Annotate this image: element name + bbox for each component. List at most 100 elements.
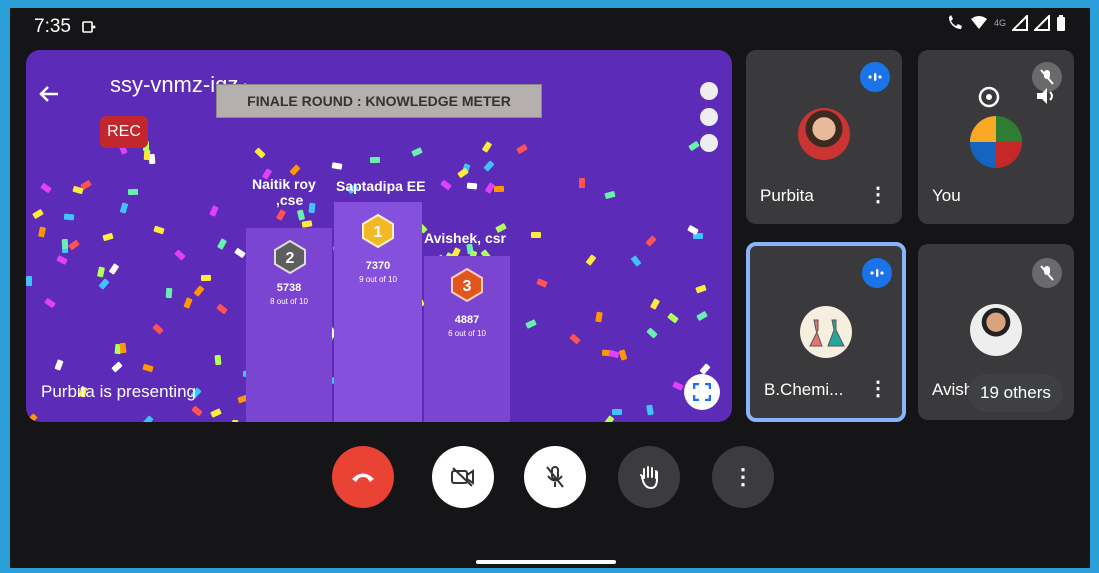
status-time: 7:35 [34, 16, 71, 37]
confetti-piece [43, 297, 56, 309]
participant-name: Purbita [760, 186, 814, 205]
confetti-piece [119, 202, 129, 214]
confetti-piece [585, 254, 597, 267]
participant-tile-purbita[interactable]: Purbita ⋮ [746, 50, 902, 224]
first-place-name: Saptadipa EE [336, 178, 426, 194]
confetti-piece [142, 415, 154, 422]
confetti-piece [191, 405, 204, 417]
phone-screen: 7:35 4G ssy-vnmz-iqz ▶ FINALE ROUND : KN… [10, 8, 1090, 568]
presentation-view[interactable]: ssy-vnmz-iqz ▶ FINALE ROUND : KNOWLEDGE … [26, 50, 732, 422]
slide-refresh-icon[interactable] [700, 82, 718, 100]
confetti-piece [494, 186, 505, 193]
confetti-piece [127, 188, 139, 196]
confetti-piece [649, 298, 660, 310]
confetti-piece [98, 278, 110, 290]
network-type-label: 4G [993, 18, 1006, 28]
participant-name: Avish [932, 380, 974, 399]
confetti-piece [696, 310, 708, 321]
confetti-piece [32, 208, 45, 219]
second-place-name: Naitik roy ,cse [252, 176, 316, 208]
confetti-piece [231, 419, 239, 422]
confetti-piece [68, 239, 80, 250]
confetti-piece [612, 409, 623, 416]
slide-next-icon[interactable] [700, 134, 718, 152]
confetti-piece [603, 414, 615, 422]
confetti-piece [97, 266, 106, 278]
confetti-piece [531, 231, 542, 238]
confetti-piece [142, 363, 154, 373]
gesture-nav-bar[interactable] [476, 560, 616, 564]
confetti-piece [61, 238, 69, 249]
confetti-piece [152, 323, 164, 335]
confetti-piece [607, 349, 620, 359]
confetti-piece [54, 359, 64, 372]
speaker-icon[interactable] [1034, 84, 1058, 113]
third-place-name: Avishek, csr [424, 230, 506, 246]
call-icon [948, 15, 962, 29]
presenting-label: Purbita is presenting [41, 382, 196, 401]
camera-toggle-button[interactable] [432, 446, 494, 508]
confetti-piece [694, 284, 707, 294]
confetti-piece [276, 209, 287, 222]
confetti-piece [569, 333, 581, 345]
avatar [800, 306, 852, 358]
confetti-piece [143, 150, 151, 161]
confetti-piece [331, 162, 343, 170]
speaking-indicator-icon [860, 62, 890, 92]
second-place-name-line1: Naitik roy [252, 176, 316, 192]
confetti-piece [618, 349, 628, 361]
participant-tile-you[interactable]: You [918, 50, 1074, 224]
confetti-piece [646, 327, 659, 339]
participant-tile-bchemi[interactable]: B.Chemi... ⋮ [746, 242, 906, 422]
more-options-icon[interactable]: ⋮ [868, 376, 888, 401]
fullscreen-button[interactable] [684, 374, 720, 410]
participant-name: You [932, 186, 961, 205]
rank-1-label: 1 [374, 224, 383, 241]
speaking-indicator-icon [862, 258, 892, 288]
confetti-piece [214, 354, 222, 365]
mic-toggle-button[interactable] [524, 446, 586, 508]
confetti-piece [630, 255, 642, 267]
avatar [798, 108, 850, 160]
confetti-piece [595, 311, 603, 323]
status-icons: 4G [946, 14, 1066, 32]
confetti-piece [604, 190, 616, 200]
avatar [970, 116, 1022, 168]
battery-icon [1057, 15, 1065, 31]
others-count-chip[interactable]: 19 others [968, 374, 1063, 412]
confetti-piece [535, 278, 548, 288]
confetti-piece [440, 179, 452, 191]
confetti-piece [456, 167, 469, 179]
participant-name: B.Chemi... [764, 380, 844, 399]
confetti-piece [525, 319, 537, 329]
confetti-piece [201, 274, 212, 281]
mic-off-icon [1032, 258, 1062, 288]
rank-3-label: 3 [463, 278, 472, 295]
switch-camera-icon[interactable] [976, 84, 1002, 115]
end-call-button[interactable] [332, 446, 394, 508]
confetti-piece [369, 156, 380, 163]
confetti-piece [110, 361, 123, 373]
confetti-piece [56, 255, 69, 266]
slide-volume-icon[interactable] [700, 108, 718, 126]
second-place-detail: 8 out of 10 [270, 297, 308, 306]
more-options-icon[interactable]: ⋮ [868, 182, 888, 207]
confetti-piece [216, 303, 229, 315]
first-place-score: 7370 [365, 260, 391, 272]
camera-off-icon [451, 467, 474, 487]
confetti-piece [688, 140, 700, 151]
back-arrow-icon[interactable] [38, 84, 60, 109]
confetti-piece [289, 164, 301, 177]
rank-3-badge-icon: 3 [451, 268, 483, 302]
raise-hand-button[interactable] [618, 446, 680, 508]
slide-banner: FINALE ROUND : KNOWLEDGE METER [216, 84, 542, 118]
hand-icon [640, 466, 658, 490]
more-options-button[interactable]: ⋮ [712, 446, 774, 508]
confetti-piece [254, 147, 267, 159]
rank-1-badge-icon: 1 [362, 214, 394, 248]
rank-2-badge-icon: 2 [274, 240, 306, 274]
confetti-piece [645, 404, 654, 416]
confetti-piece [466, 182, 478, 190]
confetti-piece [119, 342, 127, 354]
first-place-detail: 9 out of 10 [359, 275, 397, 284]
